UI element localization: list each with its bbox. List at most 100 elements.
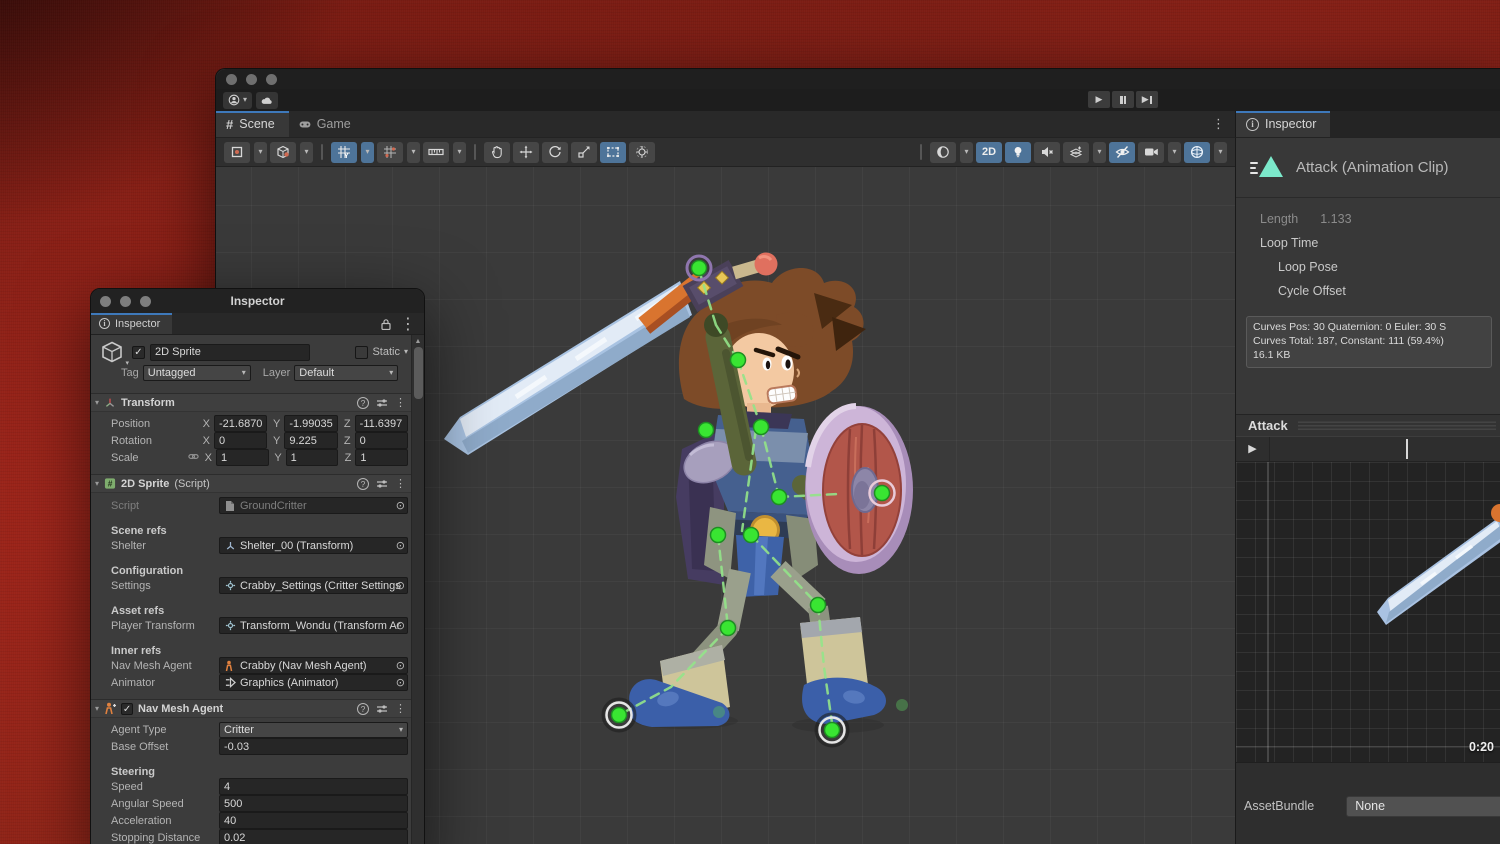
hidden-objects-toggle[interactable] <box>1109 142 1135 163</box>
object-picker-icon[interactable]: ⊙ <box>396 499 405 512</box>
tab-inspector-left[interactable]: i Inspector <box>91 313 172 334</box>
inspector-scrollbar[interactable]: ▲ <box>411 335 424 844</box>
pivot-button[interactable] <box>224 142 250 163</box>
animator-ref-field[interactable]: Graphics (Animator) ⊙ <box>219 674 408 691</box>
gizmos-button[interactable] <box>1184 142 1210 163</box>
component-enabled-checkbox[interactable]: ✓ <box>121 703 133 715</box>
stopping-distance-field[interactable]: 0.02 <box>219 829 408 844</box>
minimize-button[interactable] <box>246 74 257 85</box>
help-icon[interactable]: ? <box>357 478 369 490</box>
account-button[interactable]: ▾ <box>223 92 252 109</box>
position-z-field[interactable]: -11.6397 <box>355 415 408 432</box>
component-menu-kebab[interactable]: ⋮ <box>395 396 406 409</box>
pivot-dropdown[interactable]: ▾ <box>254 142 267 163</box>
preview-playhead[interactable] <box>1406 439 1408 459</box>
inspector-menu-kebab[interactable]: ⋮ <box>400 314 416 334</box>
bone-handle[interactable] <box>811 598 826 613</box>
camera-button[interactable] <box>1138 142 1164 163</box>
object-picker-icon[interactable]: ⊙ <box>396 579 405 592</box>
ik-handle-foot-left[interactable] <box>612 708 627 723</box>
object-picker-icon[interactable]: ⊙ <box>396 676 405 689</box>
active-checkbox[interactable]: ✓ <box>132 346 145 359</box>
rect-tool[interactable] <box>600 142 626 163</box>
tag-dropdown[interactable]: Untagged▾ <box>143 365 251 381</box>
navmesh-agent-header[interactable]: ▾ ✓ Nav Mesh Agent ? ⋮ <box>91 699 424 718</box>
base-offset-field[interactable]: -0.03 <box>219 738 408 755</box>
angular-speed-field[interactable]: 500 <box>219 795 408 812</box>
drag-handle[interactable] <box>1298 421 1496 430</box>
rotate-tool[interactable] <box>542 142 568 163</box>
lighting-toggle[interactable] <box>1005 142 1031 163</box>
help-icon[interactable]: ? <box>357 397 369 409</box>
rotation-y-field[interactable]: 9.225 <box>284 432 337 449</box>
presets-icon[interactable] <box>376 478 388 490</box>
snap-increment-button[interactable] <box>423 142 449 163</box>
shield-handle[interactable] <box>875 486 890 501</box>
preview-play-button[interactable]: ▶ <box>1236 437 1270 461</box>
sprite-script-header[interactable]: ▾ # 2D Sprite (Script) ? ⋮ <box>91 474 424 493</box>
help-icon[interactable]: ? <box>357 703 369 715</box>
component-menu-kebab[interactable]: ⋮ <box>395 702 406 715</box>
player-transform-field[interactable]: Transform_Wondu (Transform Ar ⊙ <box>219 617 408 634</box>
grid-snap-xy-button[interactable]: Y <box>331 142 357 163</box>
rotation-z-field[interactable]: 0 <box>355 432 408 449</box>
effects-dropdown[interactable]: ▾ <box>1093 142 1106 163</box>
floating-titlebar[interactable]: Inspector <box>91 289 424 313</box>
ik-handle-foot-right[interactable] <box>825 723 840 738</box>
acceleration-field[interactable]: 40 <box>219 812 408 829</box>
2d-toggle[interactable]: 2D <box>976 142 1002 163</box>
cube-icon[interactable]: ▾ <box>97 337 127 367</box>
preview-canvas[interactable]: 0:20 <box>1236 462 1500 762</box>
presets-icon[interactable] <box>376 397 388 409</box>
close-button[interactable] <box>100 296 111 307</box>
cloud-button[interactable] <box>256 92 278 109</box>
property-cycle-offset[interactable]: Cycle Offset <box>1236 279 1500 303</box>
step-button[interactable]: ▶ <box>1136 91 1158 108</box>
audio-mute-toggle[interactable] <box>1034 142 1060 163</box>
agent-type-dropdown[interactable]: Critter▾ <box>219 722 408 738</box>
object-picker-icon[interactable]: ⊙ <box>396 659 405 672</box>
layer-dropdown[interactable]: Default▾ <box>294 365 398 381</box>
speed-field[interactable]: 4 <box>219 778 408 795</box>
snap-increment-dropdown[interactable]: ▾ <box>453 142 466 163</box>
rotation-x-field[interactable]: 0 <box>214 432 267 449</box>
static-dropdown[interactable]: ▾ <box>404 348 408 356</box>
bone-handle-faded[interactable] <box>896 699 908 711</box>
tab-game[interactable]: Game <box>289 111 365 137</box>
transform-header[interactable]: ▾ Transform ? ⋮ <box>91 393 424 412</box>
camera-dropdown[interactable]: ▾ <box>1168 142 1181 163</box>
rotation-dropdown[interactable]: ▾ <box>300 142 313 163</box>
scene-menu-kebab[interactable]: ⋮ <box>1202 116 1235 132</box>
position-x-field[interactable]: -21.6870 <box>214 415 267 432</box>
asset-bundle-dropdown[interactable]: None <box>1346 796 1500 817</box>
zoom-button[interactable] <box>140 296 151 307</box>
bone-handle[interactable] <box>699 423 714 438</box>
grid-snap-button[interactable] <box>377 142 403 163</box>
gizmos-dropdown[interactable]: ▾ <box>1214 142 1227 163</box>
bone-handle[interactable] <box>721 621 736 636</box>
bone-handle-faded[interactable] <box>713 706 725 718</box>
character-sprite[interactable] <box>444 253 913 734</box>
object-picker-icon[interactable]: ⊙ <box>396 539 405 552</box>
pause-button[interactable] <box>1112 91 1134 108</box>
close-button[interactable] <box>226 74 237 85</box>
preview-header[interactable]: Attack <box>1236 414 1500 436</box>
scrollbar-thumb[interactable] <box>414 347 423 399</box>
hand-tool[interactable] <box>484 142 510 163</box>
gameobject-name-field[interactable]: 2D Sprite <box>150 344 310 361</box>
shading-mode-button[interactable] <box>930 142 956 163</box>
grid-snap-dropdown[interactable]: ▾ <box>407 142 420 163</box>
object-picker-icon[interactable]: ⊙ <box>396 619 405 632</box>
transform-tool[interactable] <box>629 142 655 163</box>
bone-handle[interactable] <box>744 528 759 543</box>
scale-x-field[interactable]: 1 <box>216 449 269 466</box>
zoom-button[interactable] <box>266 74 277 85</box>
scroll-up-icon[interactable]: ▲ <box>415 335 422 347</box>
play-button[interactable]: ▶ <box>1088 91 1110 108</box>
scale-tool[interactable] <box>571 142 597 163</box>
rotation-button[interactable] <box>270 142 296 163</box>
settings-field[interactable]: Crabby_Settings (Critter Settings ⊙ <box>219 577 408 594</box>
property-loop-pose[interactable]: Loop Pose <box>1236 255 1500 279</box>
tab-inspector-right[interactable]: i Inspector <box>1236 111 1330 137</box>
bone-handle[interactable] <box>692 261 707 276</box>
